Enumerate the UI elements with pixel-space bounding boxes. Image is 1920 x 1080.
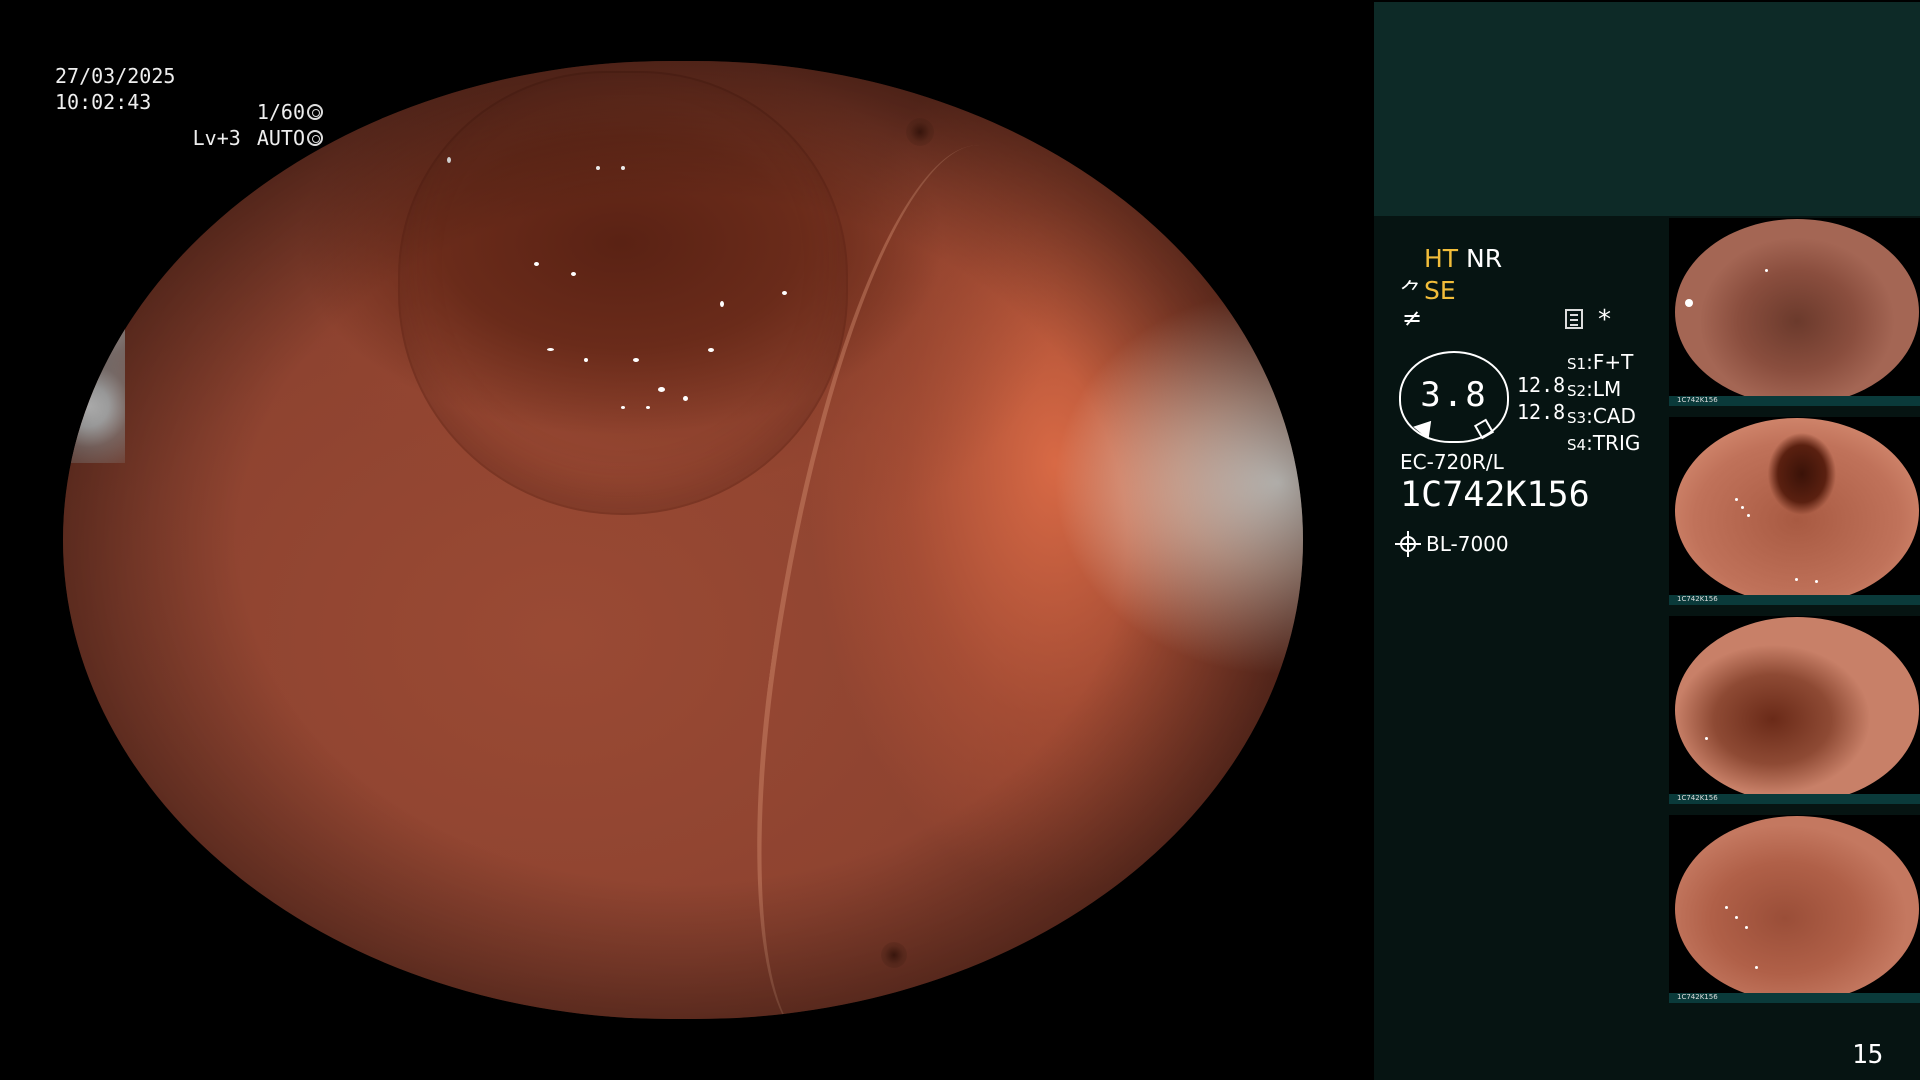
thumbnail-caption: 1C742K156 (1677, 993, 1718, 1001)
thumbnail-caption: 1C742K156 (1677, 396, 1718, 404)
lumen (397, 70, 849, 516)
datetime-readout: 27/03/2025 10:02:43 (55, 63, 175, 115)
thumbnail-caption: 1C742K156 (1677, 595, 1718, 603)
specular-glare (621, 166, 625, 171)
captured-image-thumbnail[interactable]: 1C742K156 (1669, 417, 1920, 605)
gauge-value: 3.8 (1420, 375, 1488, 415)
specular-glare (546, 348, 554, 352)
time-text: 10:02:43 (55, 90, 152, 114)
enhancement-icon: ⺈ (1400, 280, 1423, 305)
specular-glare (720, 300, 725, 307)
specular-glare (645, 405, 650, 409)
light-source: BL-7000 (1395, 531, 1509, 557)
switch-row: S1:F+T (1567, 350, 1634, 374)
switch-key: S4 (1567, 436, 1587, 454)
captured-image-thumbnail[interactable]: 1C742K156 (1669, 815, 1920, 1003)
mucosal-spot (881, 942, 908, 969)
specular-glare (509, 70, 516, 75)
switch-value: TRIG (1592, 431, 1641, 455)
specular-glare (571, 271, 577, 276)
switch-value: CAD (1592, 404, 1636, 428)
gauge-numbers: 12.8 12.8 (1517, 372, 1565, 426)
switch-row: S4:TRIG (1567, 431, 1641, 455)
freeze-icon: ≠ (1402, 304, 1423, 332)
switch-key: S1 (1567, 355, 1587, 373)
ht-label: HT (1424, 244, 1459, 273)
date-text: 27/03/2025 (55, 64, 176, 88)
captured-images-strip: 1C742K156 1C742K156 1C742K156 1C742K156 (1669, 218, 1920, 1014)
gauge-number: 12.8 (1517, 373, 1566, 397)
iris-text: AUTO (256, 126, 305, 150)
endoscope-live-view (63, 61, 1303, 1019)
specular-glare (633, 357, 640, 362)
thumbnail-image (1675, 617, 1919, 803)
specular-glare (596, 166, 601, 171)
thumbnail-image (1675, 418, 1919, 604)
thumbnail-caption: 1C742K156 (1677, 794, 1718, 802)
nr-label: NR (1466, 244, 1503, 273)
page-number: 15 (1852, 1040, 1884, 1070)
light-source-label: BL-7000 (1426, 532, 1509, 556)
iris-icon (307, 130, 323, 146)
specular-glare (621, 405, 625, 409)
mucosal-fold (719, 126, 1073, 1019)
switch-row: S2:LM (1567, 377, 1622, 401)
switch-key: S2 (1567, 382, 1587, 400)
level-text: Lv+3 (192, 126, 241, 150)
mucosal-spot (906, 118, 935, 147)
asterisk-mark: * (1598, 305, 1611, 335)
se-label: SE (1424, 275, 1456, 305)
switch-assignments: S1:F+T S2:LM S3:CAD S4:TRIG (1567, 350, 1640, 458)
scope-model: EC-720R/L (1400, 450, 1504, 474)
scope-serial: 1C742K156 (1400, 475, 1590, 515)
captured-image-thumbnail[interactable]: 1C742K156 (1669, 616, 1920, 804)
switch-value: F+T (1592, 350, 1634, 374)
specular-glare (683, 396, 688, 402)
bubbles (63, 271, 125, 464)
thumbnail-image (1675, 219, 1919, 405)
gauge-number: 12.8 (1517, 400, 1566, 424)
zoom-gauge: 3.8 (1399, 351, 1509, 443)
captured-image-thumbnail[interactable]: 1C742K156 (1669, 218, 1920, 406)
specular-glare (707, 348, 714, 353)
specular-glare (782, 290, 788, 295)
shutter-text: 1/60 (256, 100, 305, 124)
exposure-readout: 1/60 Lv+3 AUTO (193, 99, 323, 151)
switch-row: S3:CAD (1567, 404, 1636, 428)
info-panel-header (1374, 2, 1920, 216)
specular-glare (658, 386, 666, 392)
thumbnail-image (1675, 816, 1919, 1002)
ht-nr-status: HT NR (1424, 244, 1502, 273)
specular-glare (534, 262, 540, 267)
aperture-icon (307, 104, 323, 120)
se-status: ⺈ SE (1400, 274, 1456, 306)
specular-glare (447, 156, 452, 163)
light-source-icon (1395, 531, 1421, 557)
menu-list-icon (1565, 309, 1583, 329)
switch-value: LM (1592, 377, 1622, 401)
specular-glare (583, 357, 588, 362)
switch-key: S3 (1567, 409, 1587, 427)
